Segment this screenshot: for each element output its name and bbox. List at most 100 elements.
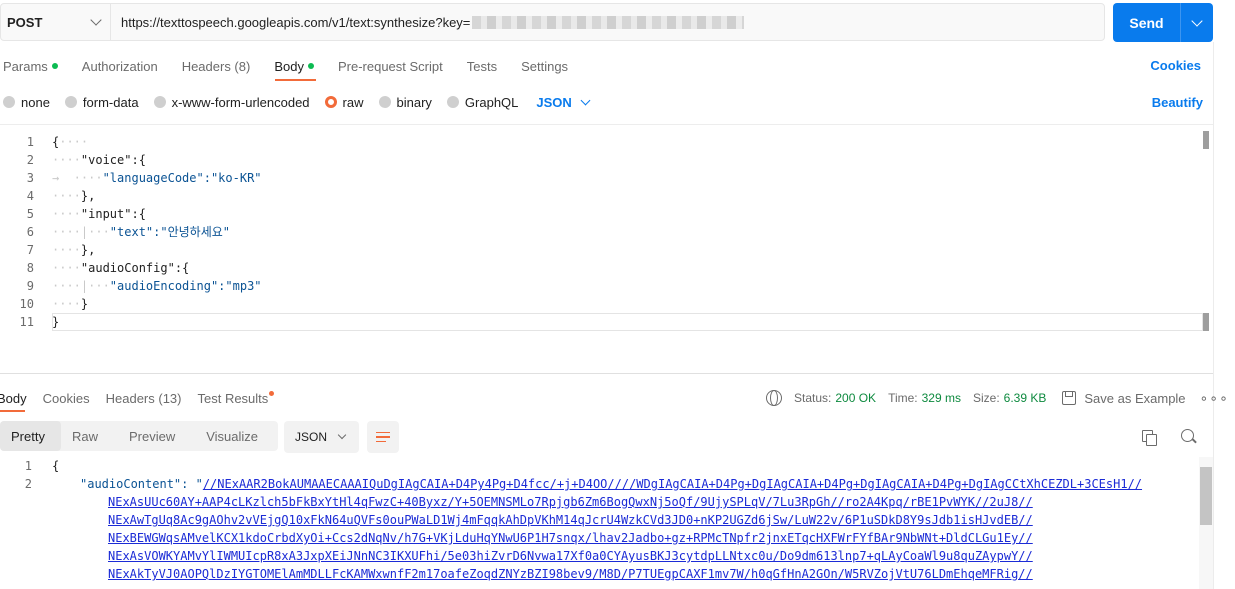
more-options-icon[interactable]: ∘∘∘ — [1200, 390, 1229, 407]
tab-label: Cookies — [42, 390, 90, 406]
view-raw[interactable]: Raw — [61, 421, 118, 451]
line-number: 7 — [26, 243, 34, 257]
code-line: ····"audioConfig":{ — [52, 259, 1197, 277]
send-options-button[interactable] — [1181, 3, 1213, 42]
view-pretty[interactable]: Pretty — [0, 421, 61, 451]
response-tab-body[interactable]: Body — [0, 391, 27, 406]
beautify-button[interactable]: Beautify — [1152, 95, 1203, 110]
audio-content-continuation: NExAwTgUq8Ac9gAOhv2vVEjgQ10xFkN64uQVFs0o… — [108, 511, 1033, 529]
tab-authorization[interactable]: Authorization — [82, 59, 158, 74]
size-label: Size: — [972, 391, 1000, 405]
method-select[interactable]: POST — [1, 4, 111, 40]
status-label: Status: — [794, 391, 832, 405]
audio-content-link[interactable]: NExAkTyVJ0AOPQlDzIYGTOMElAmMDLLFcKAMWxwn… — [108, 567, 1033, 581]
radio-icon — [378, 96, 391, 108]
editor-scrollbar[interactable] — [1203, 131, 1209, 149]
line-number: 1 — [24, 459, 32, 473]
tab-pre-request-script[interactable]: Pre-request Script — [338, 59, 443, 74]
copy-icon[interactable] — [1142, 430, 1157, 446]
editor-scroll-marker — [1203, 313, 1209, 331]
whitespace-marker: ····|··· — [52, 279, 110, 293]
whitespace-marker: ···· — [52, 207, 81, 221]
response-body[interactable]: 1 2 { "audioContent": "//NExAAR2BokAUMAA… — [0, 457, 1213, 589]
search-icon[interactable] — [1181, 429, 1197, 445]
code-text: "input":{ — [80, 207, 146, 221]
tab-tests[interactable]: Tests — [467, 59, 497, 74]
line-number: 8 — [26, 261, 34, 275]
tab-body[interactable]: Body — [274, 59, 314, 74]
whitespace-marker: ····|··· — [52, 225, 110, 239]
code-line: ····"input":{ — [52, 205, 1197, 223]
tab-label: Headers (13) — [105, 390, 182, 406]
chevron-down-icon — [337, 430, 347, 440]
line-number: 1 — [26, 135, 34, 149]
url-input[interactable]: https://texttospeech.googleapis.com/v1/t… — [111, 4, 1104, 40]
active-line-highlight — [52, 313, 1203, 331]
tab-label: Body — [0, 390, 27, 406]
tab-params[interactable]: Params — [3, 59, 58, 74]
response-tab-headers[interactable]: Headers (13) — [106, 391, 182, 406]
radio-none[interactable]: none — [0, 95, 50, 110]
chevron-down-icon — [1191, 14, 1203, 27]
radio-label: form-data — [82, 94, 139, 110]
view-visualize[interactable]: Visualize — [195, 421, 278, 451]
line-number: 11 — [19, 315, 34, 329]
tab-label: Body — [274, 58, 304, 74]
code-line: → ····"languageCode":"ko-KR" — [52, 169, 1197, 187]
request-body-editor[interactable]: 1 2 3 4 5 6 7 8 9 10 11 {···· ····"voice… — [0, 124, 1213, 374]
active-response-tab-indicator — [0, 410, 25, 412]
response-scrollbar[interactable] — [1199, 457, 1213, 589]
radio-label: x-www-form-urlencoded — [171, 94, 310, 110]
radio-label: raw — [342, 94, 364, 110]
tab-label: Params — [3, 58, 48, 74]
body-format-label: JSON — [536, 94, 572, 110]
radio-form-data[interactable]: form-data — [62, 95, 139, 110]
send-button[interactable]: Send — [1113, 3, 1213, 42]
radio-icon — [153, 96, 166, 108]
code-line: ····"voice":{ — [52, 151, 1197, 169]
line-number: 6 — [26, 225, 34, 239]
response-format-select[interactable]: JSON — [284, 421, 359, 453]
request-tabs: Params Authorization Headers (8) Body Pr… — [0, 56, 589, 76]
line-number: 4 — [26, 189, 34, 203]
code-text: "text":"안녕하세요" — [109, 225, 231, 239]
tab-label: Headers (8) — [181, 58, 251, 74]
audio-content-link[interactable]: NExAsUUc60AY+AAP4cLKzlch5bFkBxYtHl4qFwzC… — [108, 495, 1033, 509]
audio-content-link[interactable]: //NExAAR2BokAUMAAECAAAIQuDgIAgCAIA+D4Py4… — [203, 477, 1142, 491]
response-tab-cookies[interactable]: Cookies — [43, 391, 90, 406]
radio-x-www-form-urlencoded[interactable]: x-www-form-urlencoded — [151, 95, 310, 110]
wrap-lines-button[interactable] — [367, 421, 399, 453]
globe-icon[interactable] — [766, 390, 782, 406]
radio-graphql[interactable]: GraphQL — [444, 95, 518, 110]
send-label: Send — [1113, 3, 1181, 42]
radio-icon — [446, 96, 459, 108]
save-as-example-button[interactable]: Save as Example — [1084, 391, 1185, 406]
body-type-selector: none form-data x-www-form-urlencoded raw… — [0, 94, 591, 110]
code-lines: {···· ····"voice":{ → ····"languageCode"… — [52, 133, 1197, 331]
size-value[interactable]: 6.39 KB — [1004, 391, 1047, 405]
cookies-link[interactable]: Cookies — [1150, 58, 1201, 73]
radio-binary[interactable]: binary — [376, 95, 432, 110]
response-tab-test-results[interactable]: Test Results — [197, 390, 275, 406]
scrollbar-thumb[interactable] — [1200, 467, 1212, 525]
audio-content-link[interactable]: NExAsVOWKYAMvYlIWMUIcpR8xA3JxpXEiJNnNC3I… — [108, 549, 1033, 563]
time-value[interactable]: 329 ms — [922, 391, 961, 405]
code-line: "audioContent": "//NExAAR2BokAUMAAECAAAI… — [80, 475, 1142, 493]
url-text: https://texttospeech.googleapis.com/v1/t… — [121, 14, 471, 30]
tab-settings[interactable]: Settings — [521, 59, 568, 74]
panel-divider — [1213, 42, 1214, 589]
view-preview[interactable]: Preview — [118, 421, 195, 451]
audio-content-link[interactable]: NExAwTgUq8Ac9gAOhv2vVEjgQ10xFkN64uQVFs0o… — [108, 513, 1033, 527]
line-number: 2 — [24, 477, 32, 491]
radio-selected-icon — [324, 96, 337, 108]
status-dot — [307, 63, 314, 69]
tab-headers[interactable]: Headers (8) — [182, 59, 251, 74]
audio-content-link[interactable]: NExBEWGWqsAMvelKCX1kdoCrbdXyOi+Ccs2dNqNv… — [108, 531, 1033, 545]
line-number: 2 — [26, 153, 34, 167]
whitespace-marker: ···· — [52, 153, 81, 167]
body-format-select[interactable]: JSON — [536, 94, 591, 110]
status-value[interactable]: 200 OK — [835, 391, 876, 405]
code-line: ····} — [52, 295, 1197, 313]
radio-raw[interactable]: raw — [322, 95, 364, 110]
wrap-icon-line — [376, 440, 386, 443]
